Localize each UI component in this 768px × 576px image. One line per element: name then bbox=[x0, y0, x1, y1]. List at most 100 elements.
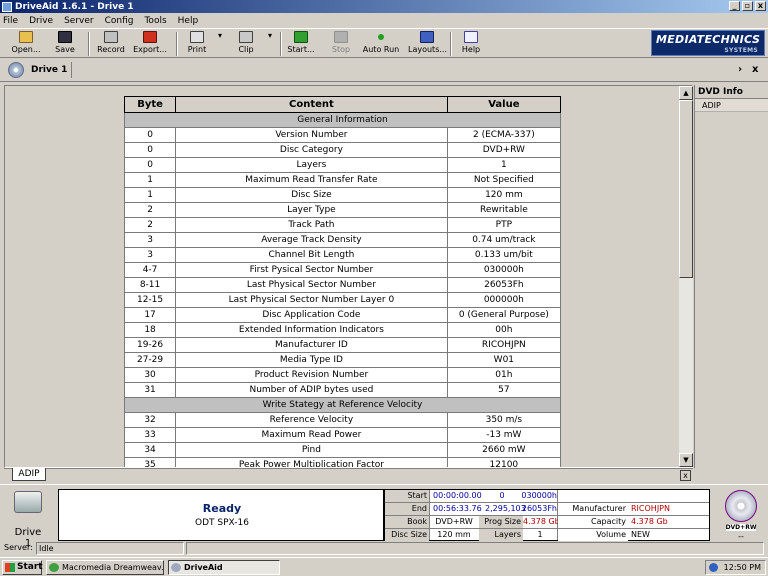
cell-byte[interactable]: 18 bbox=[123, 322, 177, 338]
cell-byte[interactable]: 32 bbox=[123, 412, 177, 428]
scroll-up-button[interactable]: ▲ bbox=[679, 86, 693, 100]
side-item-adip[interactable]: ADIP bbox=[695, 99, 768, 112]
column-header-value[interactable]: Value bbox=[446, 96, 562, 113]
cell-byte[interactable]: 8-11 bbox=[123, 277, 177, 293]
cell-content[interactable]: Track Path bbox=[175, 217, 448, 233]
cell-content[interactable]: Peak Power Multiplication Factor bbox=[175, 457, 448, 467]
clip-button[interactable]: Clip bbox=[232, 31, 260, 57]
cell-value[interactable]: 26053Fh bbox=[446, 277, 562, 293]
menu-tools[interactable]: Tools bbox=[144, 16, 166, 26]
cell-byte[interactable]: 0 bbox=[123, 157, 177, 173]
cell-content[interactable]: Product Revision Number bbox=[175, 367, 448, 383]
minimize-button[interactable]: _ bbox=[729, 1, 740, 11]
cell-value[interactable]: 01h bbox=[446, 367, 562, 383]
print-dropdown-arrow[interactable]: ▾ bbox=[218, 31, 222, 57]
cell-value[interactable]: 0.133 um/bit bbox=[446, 247, 562, 263]
vertical-scrollbar[interactable]: ▲ ▼ bbox=[679, 86, 693, 467]
cell-content[interactable]: Number of ADIP bytes used bbox=[175, 382, 448, 398]
cell-byte[interactable]: 3 bbox=[123, 232, 177, 248]
layouts-button[interactable]: Layouts... bbox=[408, 31, 447, 57]
cell-byte[interactable]: 30 bbox=[123, 367, 177, 383]
stop-button[interactable]: Stop bbox=[328, 31, 354, 57]
tab-adip[interactable]: ADIP bbox=[12, 468, 46, 481]
cell-value[interactable]: RICOHJPN bbox=[446, 337, 562, 353]
taskbar-item-dreamweaver[interactable]: Macromedia Dreamweav... bbox=[46, 560, 164, 575]
tray-icon[interactable] bbox=[709, 563, 718, 572]
cell-byte[interactable]: 2 bbox=[123, 217, 177, 233]
cell-content[interactable]: Disc Application Code bbox=[175, 307, 448, 323]
cell-value[interactable]: 1 bbox=[446, 157, 562, 173]
cell-content[interactable]: Last Physical Sector Number Layer 0 bbox=[175, 292, 448, 308]
cell-byte[interactable]: 31 bbox=[123, 382, 177, 398]
cell-content[interactable]: Layers bbox=[175, 157, 448, 173]
cell-value[interactable]: 000000h bbox=[446, 292, 562, 308]
cell-value[interactable]: 00h bbox=[446, 322, 562, 338]
cell-content[interactable]: First Pysical Sector Number bbox=[175, 262, 448, 278]
cell-content[interactable]: Average Track Density bbox=[175, 232, 448, 248]
cell-content[interactable]: Pind bbox=[175, 442, 448, 458]
cell-value[interactable]: 2660 mW bbox=[446, 442, 562, 458]
cell-content[interactable]: Channel Bit Length bbox=[175, 247, 448, 263]
menu-help[interactable]: Help bbox=[178, 16, 199, 26]
scroll-thumb[interactable] bbox=[679, 100, 693, 278]
cell-value[interactable]: -13 mW bbox=[446, 427, 562, 443]
record-button[interactable]: Record bbox=[94, 31, 128, 57]
cell-byte[interactable]: 27-29 bbox=[123, 352, 177, 368]
menu-drive[interactable]: Drive bbox=[29, 16, 53, 26]
cell-content[interactable]: Maximum Read Power bbox=[175, 427, 448, 443]
help-button[interactable]: Help bbox=[458, 31, 484, 57]
cell-content[interactable]: Layer Type bbox=[175, 202, 448, 218]
taskbar-item-driveaid[interactable]: DriveAid bbox=[168, 560, 280, 575]
column-header-content[interactable]: Content bbox=[175, 96, 448, 113]
menu-config[interactable]: Config bbox=[105, 16, 134, 26]
drive-tab-label[interactable]: Drive 1 bbox=[31, 65, 67, 75]
cell-content[interactable]: Reference Velocity bbox=[175, 412, 448, 428]
start-button[interactable]: Start... bbox=[286, 31, 316, 57]
cell-byte[interactable]: 1 bbox=[123, 172, 177, 188]
cell-content[interactable]: Version Number bbox=[175, 127, 448, 143]
cell-byte[interactable]: 34 bbox=[123, 442, 177, 458]
clip-dropdown-arrow[interactable]: ▾ bbox=[268, 31, 272, 57]
cell-value[interactable]: PTP bbox=[446, 217, 562, 233]
close-panel-button[interactable]: x bbox=[680, 470, 691, 481]
cell-value[interactable]: 2 (ECMA-337) bbox=[446, 127, 562, 143]
cell-value[interactable]: Rewritable bbox=[446, 202, 562, 218]
open-button[interactable]: Open... bbox=[8, 31, 44, 57]
start-menu-button[interactable]: Start bbox=[2, 560, 43, 575]
close-button[interactable]: x bbox=[755, 1, 766, 11]
cell-content[interactable]: Media Type ID bbox=[175, 352, 448, 368]
auto-run-button[interactable]: Auto Run bbox=[362, 31, 400, 57]
cell-content[interactable]: Extended Information Indicators bbox=[175, 322, 448, 338]
cell-byte[interactable]: 19-26 bbox=[123, 337, 177, 353]
cell-value[interactable]: 12100 bbox=[446, 457, 562, 467]
cell-content[interactable]: Disc Size bbox=[175, 187, 448, 203]
cell-value[interactable]: 0.74 um/track bbox=[446, 232, 562, 248]
restore-button[interactable]: ▫ bbox=[742, 1, 753, 11]
cell-value[interactable]: Not Specified bbox=[446, 172, 562, 188]
print-button[interactable]: Print bbox=[182, 31, 212, 57]
export-button[interactable]: Export... bbox=[132, 31, 168, 57]
column-header-byte[interactable]: Byte bbox=[123, 96, 177, 113]
cell-byte[interactable]: 33 bbox=[123, 427, 177, 443]
cell-byte[interactable]: 4-7 bbox=[123, 262, 177, 278]
cell-content[interactable]: Last Physical Sector Number bbox=[175, 277, 448, 293]
cell-byte[interactable]: 0 bbox=[123, 142, 177, 158]
cell-byte[interactable]: 1 bbox=[123, 187, 177, 203]
cell-value[interactable]: W01 bbox=[446, 352, 562, 368]
cell-byte[interactable]: 12-15 bbox=[123, 292, 177, 308]
next-tab-button[interactable]: › bbox=[738, 64, 742, 75]
cell-content[interactable]: Disc Category bbox=[175, 142, 448, 158]
cell-byte[interactable]: 2 bbox=[123, 202, 177, 218]
menu-server[interactable]: Server bbox=[64, 16, 94, 26]
save-button[interactable]: Save bbox=[50, 31, 80, 57]
cell-byte[interactable]: 17 bbox=[123, 307, 177, 323]
cell-content[interactable]: Manufacturer ID bbox=[175, 337, 448, 353]
cell-value[interactable]: 350 m/s bbox=[446, 412, 562, 428]
cell-content[interactable]: Maximum Read Transfer Rate bbox=[175, 172, 448, 188]
cell-byte[interactable]: 35 bbox=[123, 457, 177, 467]
cell-value[interactable]: 030000h bbox=[446, 262, 562, 278]
menu-file[interactable]: File bbox=[3, 16, 18, 26]
cell-value[interactable]: 57 bbox=[446, 382, 562, 398]
cell-value[interactable]: 0 (General Purpose) bbox=[446, 307, 562, 323]
scroll-down-button[interactable]: ▼ bbox=[679, 453, 693, 467]
